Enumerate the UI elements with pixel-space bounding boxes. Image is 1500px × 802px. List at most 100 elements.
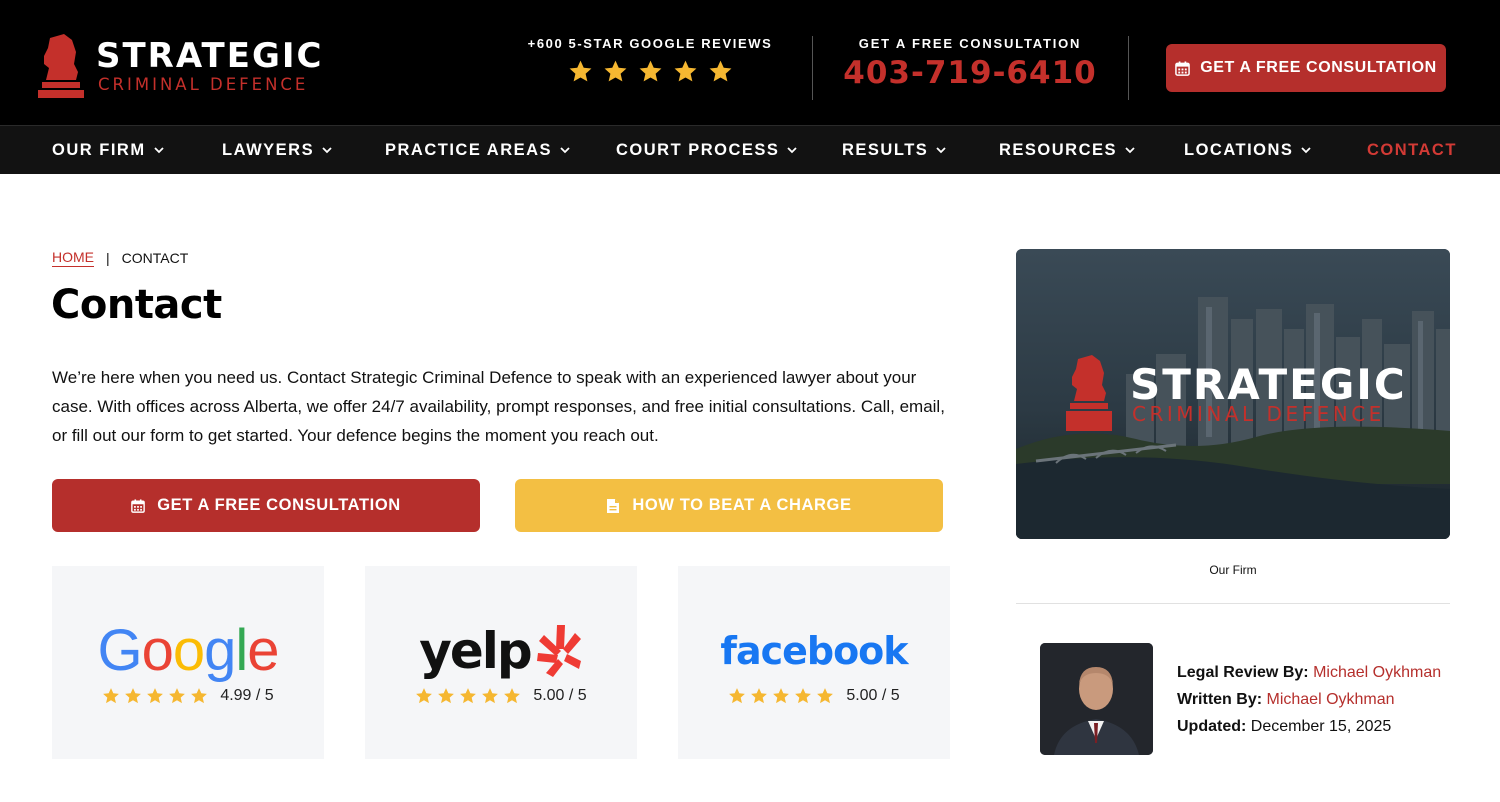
- star-icon: [568, 59, 593, 84]
- nav-item-locations[interactable]: LOCATIONS: [1184, 126, 1312, 174]
- facebook-rating: 5.00 / 5: [678, 687, 950, 705]
- nav-item-label: RESOURCES: [999, 140, 1118, 159]
- facebook-wordmark: facebook: [720, 629, 908, 673]
- updated-label: Updated:: [1177, 718, 1247, 735]
- nav-item-label: OUR FIRM: [52, 140, 146, 159]
- facebook-review-card[interactable]: facebook 5.00 / 5: [678, 566, 950, 759]
- star-icon: [415, 687, 433, 705]
- consultation-phone-block: GET A FREE CONSULTATION 403-719-6410: [830, 36, 1110, 91]
- chevron-down-icon: [153, 146, 164, 153]
- star-icon: [603, 59, 628, 84]
- reviews-label: +600 5-STAR GOOGLE REVIEWS: [527, 36, 773, 51]
- reviews-stars: [515, 59, 785, 84]
- yelp-burst-icon: [536, 625, 581, 677]
- nav-item-contact[interactable]: CONTACT: [1367, 126, 1457, 174]
- breadcrumb: HOME | CONTACT: [52, 249, 188, 267]
- facebook-score: 5.00 / 5: [846, 687, 900, 704]
- star-icon: [816, 687, 834, 705]
- knight-chess-icon: [38, 34, 84, 98]
- image-caption: Our Firm: [1209, 563, 1257, 577]
- star-icon: [794, 687, 812, 705]
- star-icon: [503, 687, 521, 705]
- document-icon: [607, 498, 620, 513]
- star-icon: [638, 59, 663, 84]
- firm-city-image: STRATEGIC CRIMINAL DEFENCE: [1016, 249, 1450, 539]
- chevron-down-icon: [1301, 146, 1312, 153]
- nav-item-label: RESULTS: [842, 140, 929, 159]
- star-icon: [481, 687, 499, 705]
- chevron-down-icon: [560, 146, 570, 153]
- intro-paragraph: We’re here when you need us. Contact Str…: [52, 368, 945, 445]
- chevron-down-icon: [787, 146, 798, 153]
- yelp-review-card[interactable]: yelp 5.00 / 5: [365, 566, 637, 759]
- breadcrumb-current: CONTACT: [121, 250, 189, 266]
- star-icon: [750, 687, 768, 705]
- how-to-beat-a-charge-label: HOW TO BEAT A CHARGE: [632, 496, 852, 514]
- google-score: 4.99 / 5: [220, 687, 274, 704]
- site-logo[interactable]: STRATEGIC CRIMINAL DEFENCE: [36, 34, 336, 100]
- breadcrumb-home-link[interactable]: HOME: [52, 249, 94, 267]
- yelp-score: 5.00 / 5: [533, 687, 587, 704]
- site-header: STRATEGIC CRIMINAL DEFENCE +600 5-STAR G…: [0, 0, 1500, 125]
- main-navigation: OUR FIRM LAWYERS PRACTICE AREAS COURT PR…: [0, 125, 1500, 174]
- page-title: Contact: [51, 282, 222, 328]
- star-icon: [146, 687, 164, 705]
- google-review-card[interactable]: Google 4.99 / 5: [52, 566, 324, 759]
- free-consultation-button[interactable]: GET A FREE CONSULTATION: [52, 479, 480, 532]
- phone-number-link[interactable]: 403-719-6410: [830, 55, 1110, 91]
- legal-review-author-link[interactable]: Michael Oykhman: [1313, 664, 1441, 681]
- yelp-text: yelp: [419, 622, 532, 680]
- star-icon: [459, 687, 477, 705]
- calendar-icon: [1175, 60, 1190, 76]
- google-wordmark: Google: [97, 618, 279, 683]
- header-consultation-label: GET A FREE CONSULTATION: [1200, 59, 1437, 76]
- yelp-wordmark: yelp: [419, 623, 582, 679]
- star-icon: [673, 59, 698, 84]
- google-reviews-summary: +600 5-STAR GOOGLE REVIEWS: [515, 36, 785, 84]
- nav-item-label: PRACTICE AREAS: [385, 140, 553, 159]
- google-logo: Google: [52, 618, 324, 684]
- google-rating: 4.99 / 5: [52, 687, 324, 705]
- nav-item-practice-areas[interactable]: PRACTICE AREAS: [385, 126, 570, 174]
- star-icon: [772, 687, 790, 705]
- chevron-down-icon: [936, 146, 946, 153]
- yelp-logo: yelp: [365, 618, 637, 684]
- star-icon: [102, 687, 120, 705]
- image-logo-subtitle: CRIMINAL DEFENCE: [1132, 402, 1385, 426]
- how-to-beat-a-charge-button[interactable]: HOW TO BEAT A CHARGE: [515, 479, 943, 532]
- star-icon: [190, 687, 208, 705]
- star-icon: [728, 687, 746, 705]
- calendar-icon: [131, 498, 146, 513]
- chevron-down-icon: [322, 146, 332, 153]
- legal-review-row: Legal Review By: Michael Oykhman: [1177, 659, 1441, 686]
- nav-item-label: CONTACT: [1367, 140, 1457, 159]
- yelp-rating: 5.00 / 5: [365, 687, 637, 705]
- author-meta: Legal Review By: Michael Oykhman Written…: [1177, 659, 1441, 740]
- legal-review-label: Legal Review By:: [1177, 664, 1309, 681]
- chevron-down-icon: [1125, 146, 1135, 153]
- written-by-row: Written By: Michael Oykhman: [1177, 686, 1441, 713]
- star-icon: [708, 59, 733, 84]
- facebook-logo: facebook: [678, 618, 950, 684]
- header-divider: [1128, 36, 1129, 100]
- consultation-label: GET A FREE CONSULTATION: [858, 36, 1082, 51]
- written-by-author-link[interactable]: Michael Oykhman: [1267, 691, 1395, 708]
- author-avatar: [1040, 643, 1153, 755]
- nav-item-label: LOCATIONS: [1184, 140, 1294, 159]
- nav-item-results[interactable]: RESULTS: [842, 126, 946, 174]
- free-consultation-label: GET A FREE CONSULTATION: [157, 496, 401, 514]
- nav-item-label: LAWYERS: [222, 140, 315, 159]
- written-by-label: Written By:: [1177, 691, 1263, 708]
- nav-item-resources[interactable]: RESOURCES: [999, 126, 1135, 174]
- header-divider: [812, 36, 813, 100]
- star-icon: [124, 687, 142, 705]
- nav-item-lawyers[interactable]: LAWYERS: [222, 126, 332, 174]
- nav-item-label: COURT PROCESS: [616, 140, 780, 159]
- nav-item-our-firm[interactable]: OUR FIRM: [52, 126, 164, 174]
- updated-row: Updated: December 15, 2025: [1177, 713, 1441, 740]
- header-consultation-button[interactable]: GET A FREE CONSULTATION: [1166, 44, 1446, 92]
- nav-item-court-process[interactable]: COURT PROCESS: [616, 126, 798, 174]
- star-icon: [168, 687, 186, 705]
- updated-date: December 15, 2025: [1250, 718, 1392, 735]
- star-icon: [437, 687, 455, 705]
